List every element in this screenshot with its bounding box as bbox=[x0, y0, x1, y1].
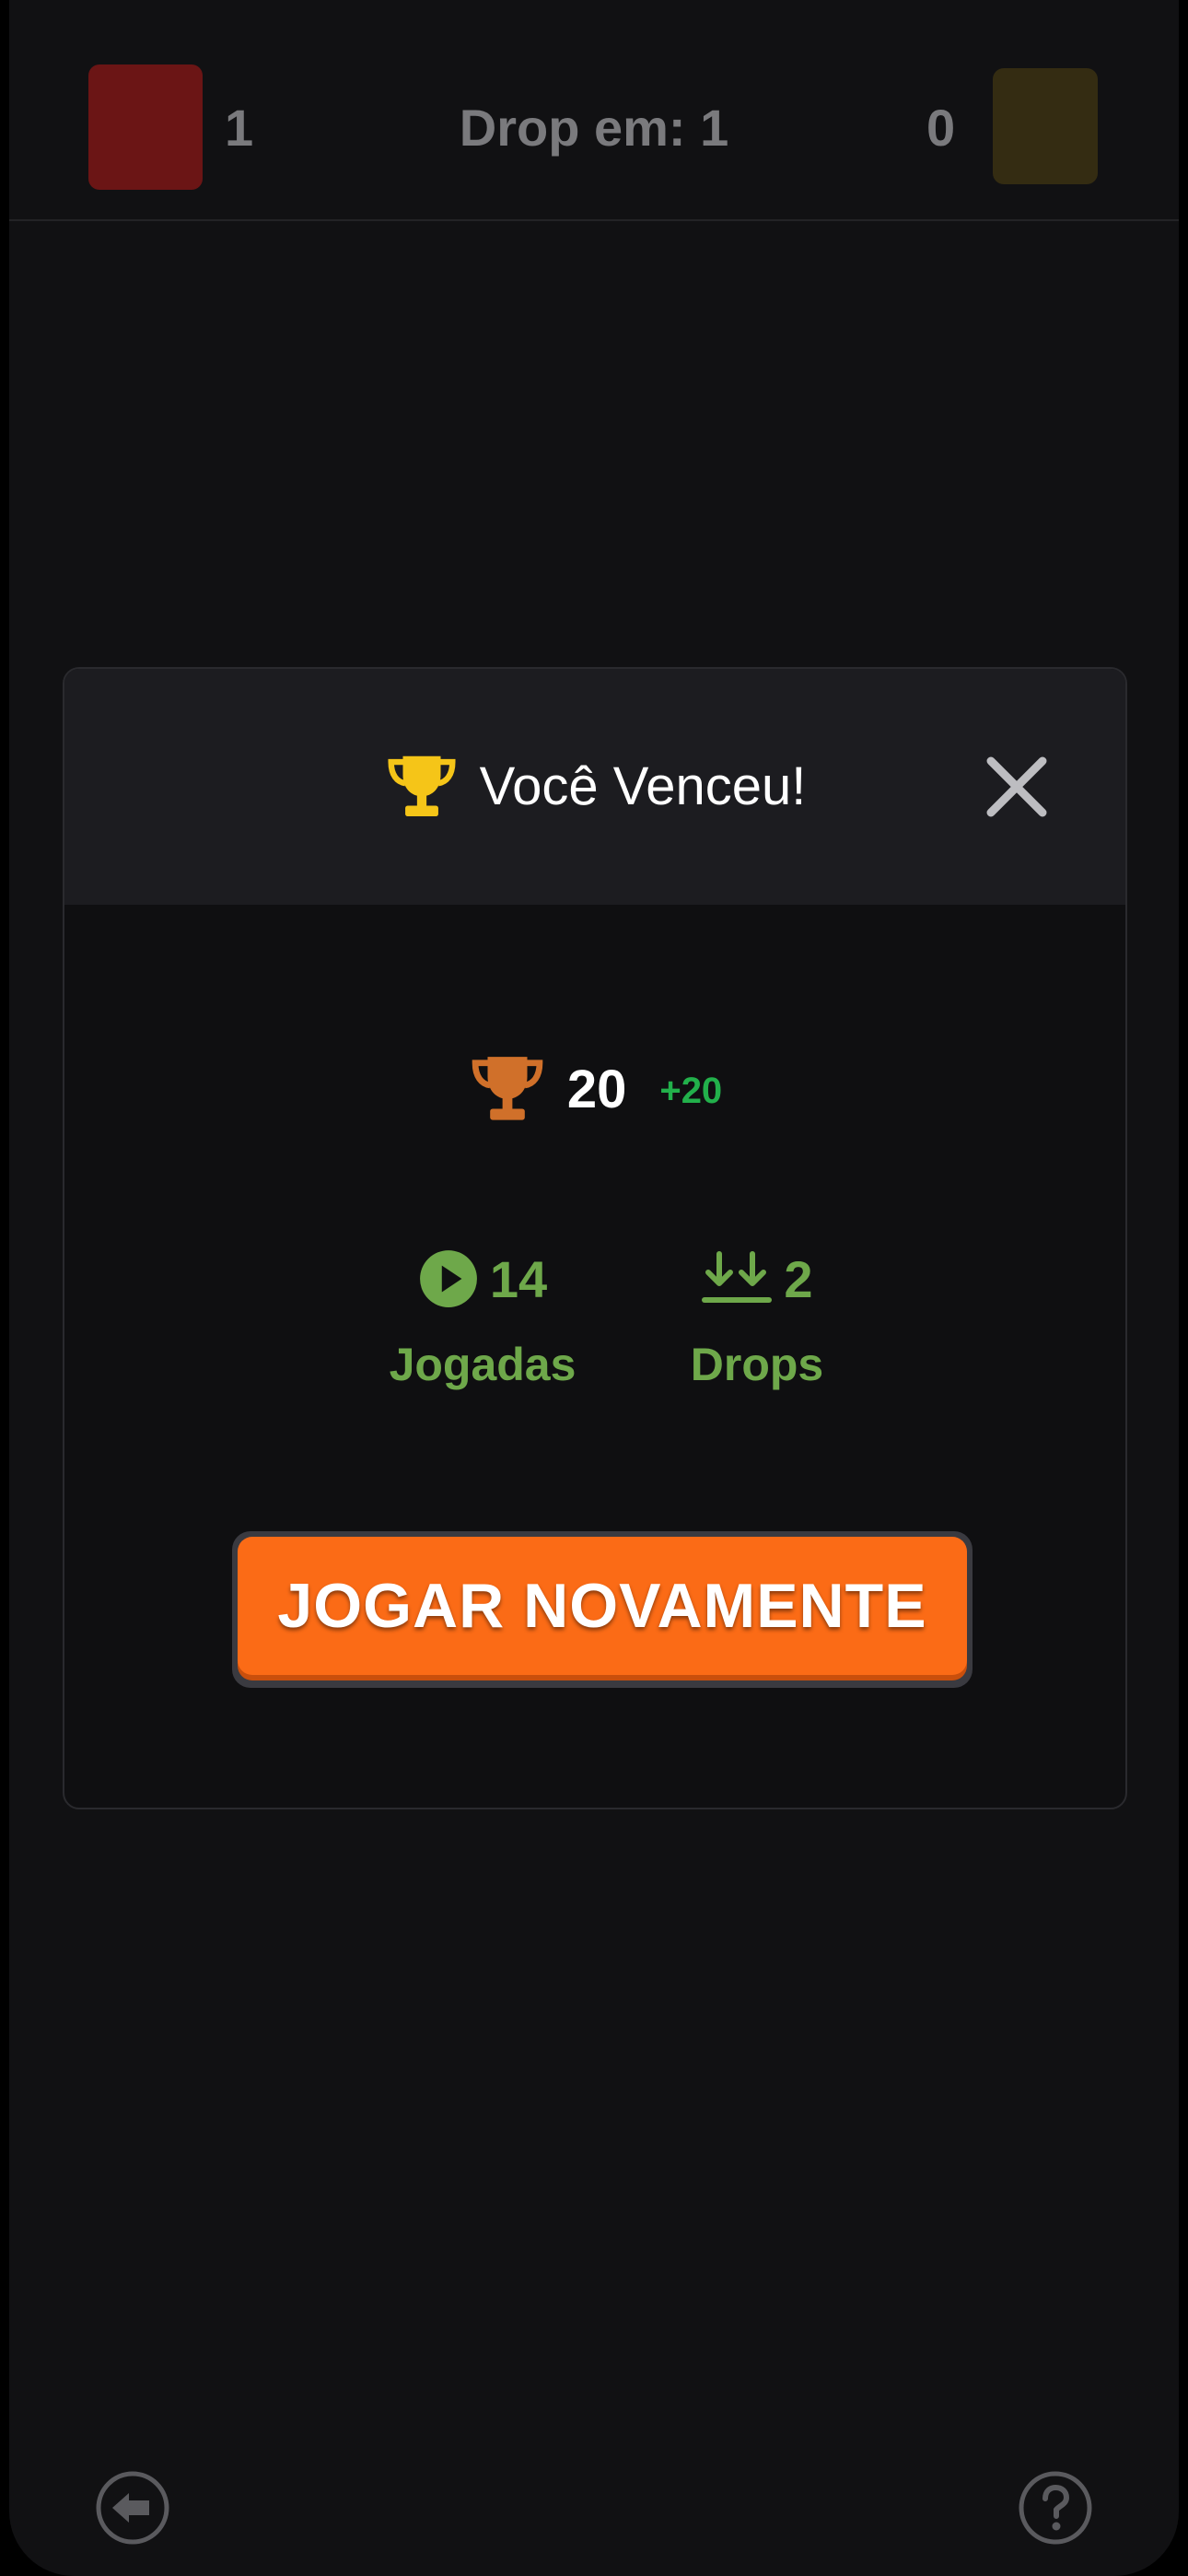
modal-title: Você Venceu! bbox=[479, 756, 807, 816]
close-button[interactable] bbox=[982, 752, 1052, 822]
drops-value: 2 bbox=[784, 1249, 813, 1308]
player2-color-swatch bbox=[993, 68, 1098, 184]
trophy-count: 20 bbox=[566, 1059, 627, 1119]
double-arrow-down-icon bbox=[702, 1251, 773, 1303]
trophy-summary: 20 +20 bbox=[64, 1043, 1125, 1135]
trophy-icon bbox=[388, 755, 456, 817]
play-again-face[interactable]: JOGAR NOVAMENTE bbox=[238, 1537, 967, 1675]
modal-header: Você Venceu! bbox=[64, 669, 1125, 905]
plays-value: 14 bbox=[489, 1249, 548, 1308]
scoreboard: 1 Drop em: 1 0 bbox=[9, 0, 1179, 221]
player2-score: 0 bbox=[926, 99, 956, 157]
play-again-button[interactable]: JOGAR NOVAMENTE bbox=[232, 1531, 973, 1688]
close-icon bbox=[986, 756, 1047, 817]
game-screen: 1 Drop em: 1 0 Você Venceu! 20 +20 14 Jo… bbox=[9, 0, 1179, 2576]
victory-modal: Você Venceu! 20 +20 14 Jogadas 2 Drops J… bbox=[63, 667, 1127, 1809]
play-circle-icon bbox=[419, 1250, 477, 1307]
back-arrow-icon bbox=[96, 2471, 169, 2545]
stat-drops: 2 Drops bbox=[665, 1240, 849, 1391]
drops-label: Drops bbox=[690, 1339, 824, 1390]
plays-label: Jogadas bbox=[389, 1339, 577, 1390]
back-button[interactable] bbox=[94, 2469, 171, 2547]
play-again-label: JOGAR NOVAMENTE bbox=[277, 1571, 927, 1641]
trophy-icon bbox=[472, 1057, 543, 1120]
help-icon bbox=[1019, 2471, 1092, 2545]
help-button[interactable] bbox=[1017, 2469, 1094, 2547]
trophy-gain: +20 bbox=[659, 1070, 723, 1111]
modal-title-row: Você Venceu! bbox=[64, 669, 985, 905]
stat-plays: 14 Jogadas bbox=[381, 1240, 584, 1391]
